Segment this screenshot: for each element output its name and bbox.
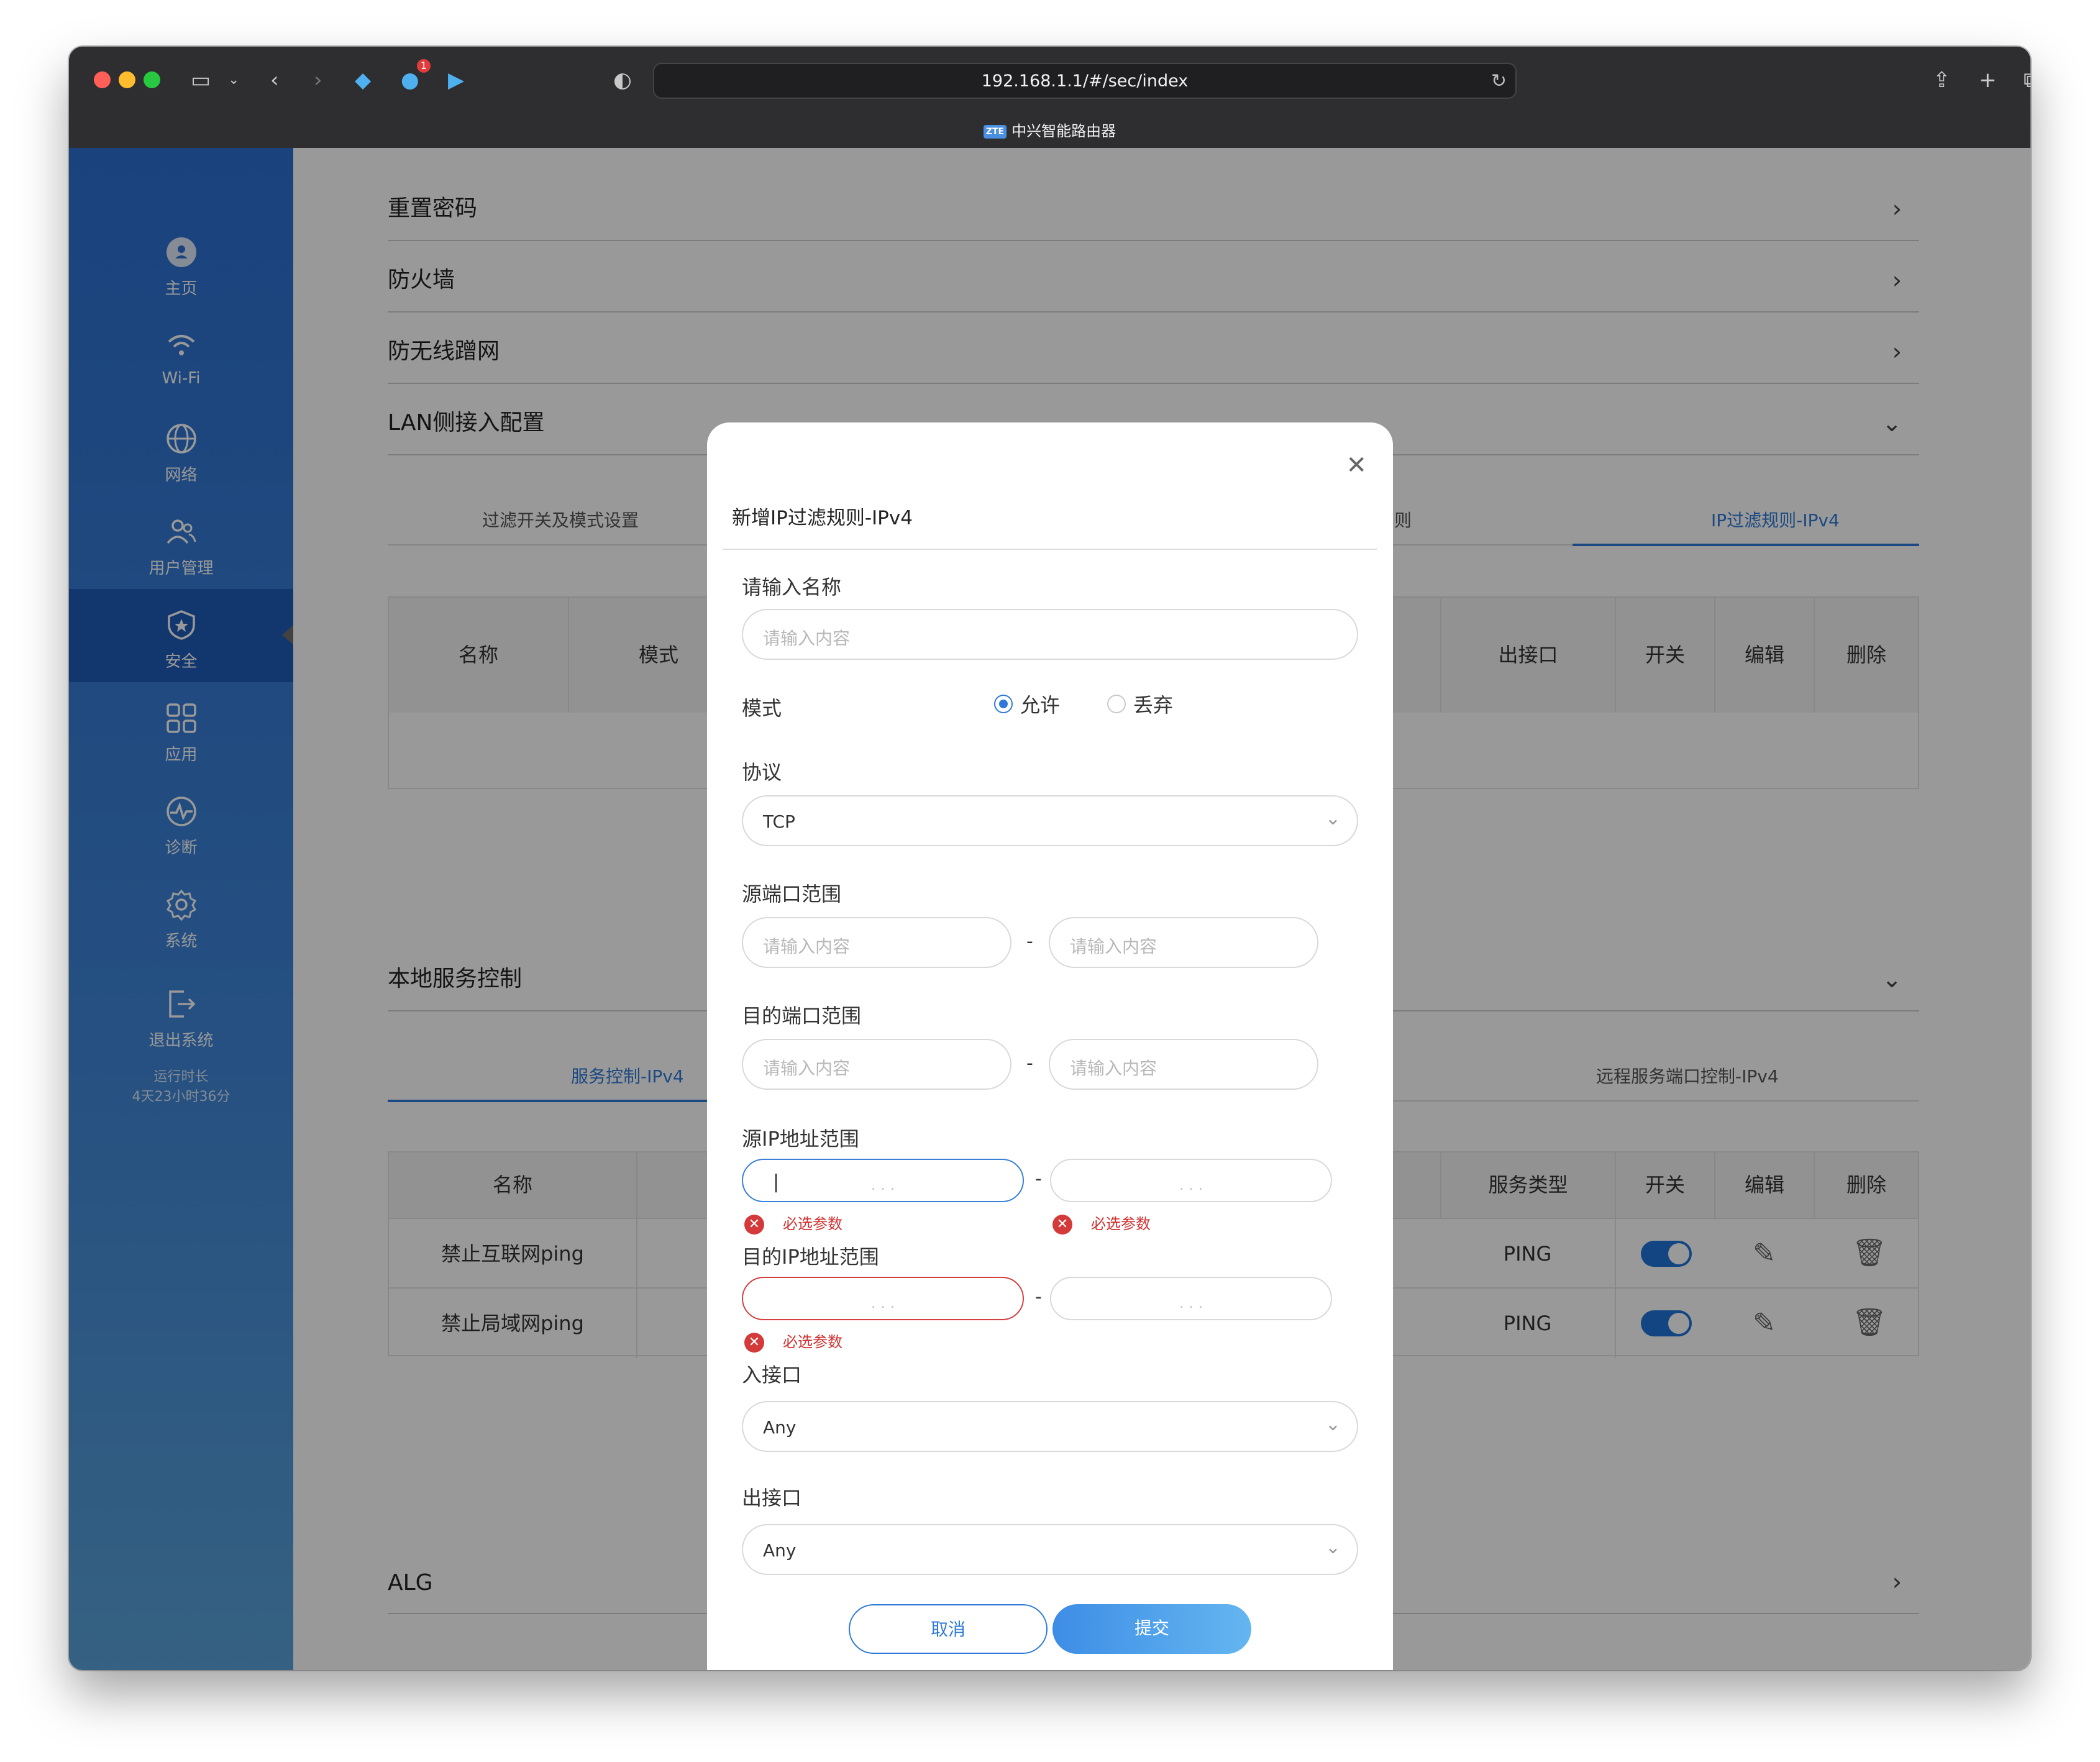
range-separator: - xyxy=(1035,1286,1042,1308)
src-ip-label: 源IP地址范围 xyxy=(742,1127,859,1151)
ip-dot-separators: . . . xyxy=(870,1176,895,1194)
in-if-value: Any xyxy=(763,1417,797,1438)
protocol-select[interactable]: TCP ⌄ xyxy=(742,795,1358,846)
chevron-down-icon: ⌄ xyxy=(1325,1413,1341,1435)
submit-button[interactable]: 提交 xyxy=(1052,1604,1251,1654)
close-window-button[interactable] xyxy=(94,71,111,88)
out-if-value: Any xyxy=(763,1540,797,1561)
tab-title[interactable]: ZTE 中兴智能路由器 xyxy=(69,119,2030,140)
src-ip-end-input[interactable]: . . . xyxy=(1050,1159,1332,1202)
out-if-label: 出接口 xyxy=(742,1486,802,1510)
src-ip-end-error: ✕ 必选参数 xyxy=(1052,1212,1151,1235)
src-port-start-placeholder: 请输入内容 xyxy=(763,936,851,957)
mode-drop-radio[interactable] xyxy=(1107,695,1126,713)
name-input[interactable]: 请输入内容 xyxy=(742,609,1358,660)
extension-cat-icon[interactable]: ◆ xyxy=(355,68,371,93)
zoom-window-button[interactable] xyxy=(144,71,160,88)
browser-window: ▭ ⌄ ‹ › ◆ ● 1 ▶ ◐ 192.168.1.1/#/sec/inde… xyxy=(69,47,2030,1670)
range-separator: - xyxy=(1026,931,1033,952)
chevron-down-icon: ⌄ xyxy=(1325,808,1341,829)
dst-ip-end-input[interactable]: . . . xyxy=(1050,1277,1332,1320)
error-icon: ✕ xyxy=(744,1215,764,1235)
extension-badge: 1 xyxy=(417,59,431,73)
new-tab-icon[interactable]: + xyxy=(1979,68,1997,93)
tab-title-text: 中兴智能路由器 xyxy=(1011,122,1116,140)
dst-ip-start-input[interactable]: . . . xyxy=(742,1277,1024,1320)
share-icon[interactable]: ⇪ xyxy=(1933,68,1951,93)
dst-port-label: 目的端口范围 xyxy=(742,1004,862,1028)
router-page: 主页 Wi-Fi 网络 用户管理 安全 应用 诊断 系统 退出系统 运行时长 4… xyxy=(69,148,2030,1670)
src-port-end-input[interactable]: 请输入内容 xyxy=(1049,917,1318,968)
dst-port-start-placeholder: 请输入内容 xyxy=(763,1058,851,1079)
browser-toolbar: ▭ ⌄ ‹ › ◆ ● 1 ▶ ◐ 192.168.1.1/#/sec/inde… xyxy=(69,47,2030,148)
protocol-value: TCP xyxy=(763,811,795,832)
minimize-window-button[interactable] xyxy=(119,71,135,88)
mode-label: 模式 xyxy=(742,696,782,720)
back-icon[interactable]: ‹ xyxy=(270,68,279,93)
protocol-label: 协议 xyxy=(742,760,782,784)
ip-dot-separators: . . . xyxy=(1179,1176,1203,1194)
mode-allow-label[interactable]: 允许 xyxy=(1020,690,1060,718)
src-ip-start-input[interactable]: | . . . xyxy=(742,1159,1024,1202)
reload-icon[interactable]: ↻ xyxy=(1491,70,1507,92)
tab-overview-icon[interactable]: ⧉ xyxy=(2024,68,2030,93)
in-if-label: 入接口 xyxy=(742,1363,802,1387)
mode-allow-radio[interactable] xyxy=(994,695,1013,713)
mode-drop-label[interactable]: 丢弃 xyxy=(1133,690,1173,718)
forward-icon[interactable]: › xyxy=(314,68,322,93)
ip-dot-separators: . . . xyxy=(870,1294,895,1312)
src-port-label: 源端口范围 xyxy=(742,882,842,906)
dst-port-end-input[interactable]: 请输入内容 xyxy=(1049,1039,1318,1090)
dst-port-end-placeholder: 请输入内容 xyxy=(1070,1058,1157,1079)
dst-ip-start-error: ✕ 必选参数 xyxy=(744,1330,842,1353)
dialog-title: 新增IP过滤规则-IPv4 xyxy=(732,507,913,529)
close-icon[interactable]: ✕ xyxy=(1346,451,1367,480)
error-text: 必选参数 xyxy=(1091,1215,1151,1233)
range-separator: - xyxy=(1026,1052,1033,1074)
error-icon: ✕ xyxy=(1052,1215,1072,1235)
src-ip-start-error: ✕ 必选参数 xyxy=(744,1212,842,1235)
dialog-divider xyxy=(723,549,1377,550)
out-if-select[interactable]: Any ⌄ xyxy=(742,1524,1358,1575)
range-separator: - xyxy=(1035,1168,1042,1190)
error-text: 必选参数 xyxy=(783,1333,842,1351)
extension-glasses-icon[interactable]: ● 1 xyxy=(401,59,431,93)
extension-play-icon[interactable]: ▶ xyxy=(448,68,464,93)
in-if-select[interactable]: Any ⌄ xyxy=(742,1401,1358,1452)
address-bar[interactable]: 192.168.1.1/#/sec/index ↻ xyxy=(653,63,1517,99)
chevron-down-icon[interactable]: ⌄ xyxy=(228,68,239,93)
src-port-start-input[interactable]: 请输入内容 xyxy=(742,917,1011,968)
zte-logo: ZTE xyxy=(983,125,1007,139)
name-label: 请输入名称 xyxy=(742,575,842,599)
name-placeholder: 请输入内容 xyxy=(763,628,851,649)
error-icon: ✕ xyxy=(744,1333,764,1353)
url-text: 192.168.1.1/#/sec/index xyxy=(981,71,1189,91)
dst-port-start-input[interactable]: 请输入内容 xyxy=(742,1039,1011,1090)
cancel-button[interactable]: 取消 xyxy=(849,1604,1048,1654)
dst-ip-label: 目的IP地址范围 xyxy=(742,1245,879,1269)
privacy-shield-icon[interactable]: ◐ xyxy=(613,68,632,93)
error-text: 必选参数 xyxy=(783,1215,842,1233)
src-port-end-placeholder: 请输入内容 xyxy=(1070,936,1157,957)
add-ip-filter-dialog: ✕ 新增IP过滤规则-IPv4 请输入名称 请输入内容 模式 允许 丢弃 协议 … xyxy=(707,422,1393,1670)
sidebar-toggle-icon[interactable]: ▭ xyxy=(191,68,211,93)
chevron-down-icon: ⌄ xyxy=(1325,1536,1341,1558)
ip-dot-separators: . . . xyxy=(1179,1294,1203,1312)
